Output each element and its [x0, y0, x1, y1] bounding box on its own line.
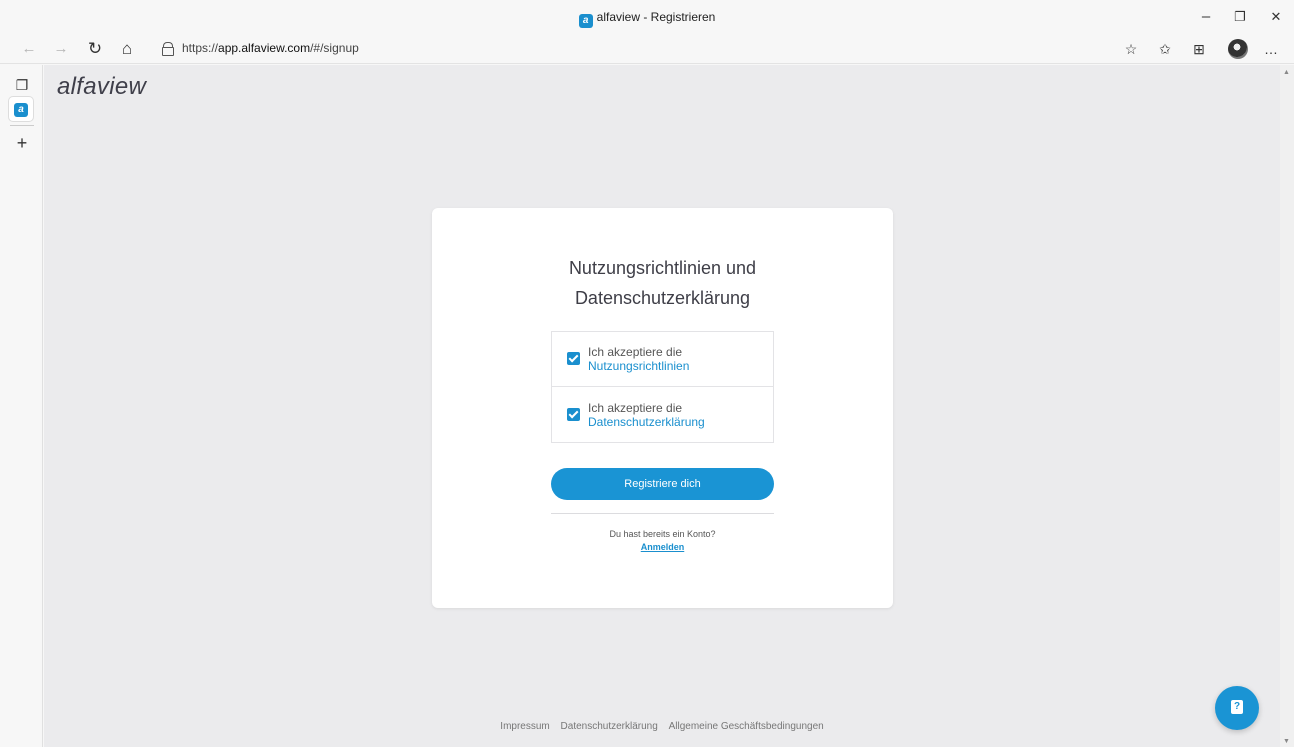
terms-consent-row: Ich akzeptiere die Nutzungsrichtlinien — [552, 332, 773, 387]
terms-link[interactable]: Nutzungsrichtlinien — [588, 359, 689, 373]
page-scrollbar[interactable]: ▲ ▼ — [1280, 65, 1294, 747]
register-button[interactable]: Registriere dich — [551, 468, 774, 500]
card-divider — [551, 513, 774, 514]
consent-box: Ich akzeptiere die Nutzungsrichtlinien I… — [551, 331, 774, 443]
page-title-line2: Datenschutzerklärung — [574, 288, 751, 308]
footer-terms-link[interactable]: Allgemeine Geschäftsbedingungen — [669, 721, 824, 732]
page-title: Nutzungsrichtlinien und Datenschutzerklär… — [432, 253, 893, 313]
more-menu-icon[interactable]: … — [1258, 37, 1284, 61]
footer-privacy-link[interactable]: Datenschutzerklärung — [561, 721, 658, 732]
minimize-button[interactable]: – — [1188, 4, 1224, 30]
help-icon: ? — [1231, 700, 1243, 714]
profile-avatar[interactable] — [1228, 39, 1248, 59]
terms-consent-text: Ich akzeptiere die — [588, 345, 683, 359]
vertical-tabs-strip: ❐ a + — [0, 65, 43, 747]
forward-button[interactable]: → — [48, 37, 74, 61]
page-footer: Impressum Datenschutzerklärung Allgemein… — [44, 721, 1280, 732]
signup-card: Nutzungsrichtlinien und Datenschutzerklär… — [432, 208, 893, 608]
help-button[interactable]: ? — [1215, 686, 1259, 730]
refresh-button[interactable]: ↻ — [82, 37, 108, 61]
alfaview-logo[interactable]: alfaview — [57, 73, 146, 101]
add-favorite-icon[interactable]: ☆ — [1118, 37, 1144, 61]
back-button[interactable]: ← — [16, 37, 42, 61]
terms-checkbox[interactable] — [567, 352, 580, 365]
scroll-down-icon[interactable]: ▼ — [1283, 738, 1290, 745]
privacy-consent-label: Ich akzeptiere die Datenschutzerklärung — [588, 401, 705, 429]
lock-icon[interactable] — [162, 42, 174, 56]
alfaview-tab-icon: a — [14, 103, 28, 117]
have-account-text: Du hast bereits ein Konto? — [609, 529, 716, 539]
privacy-consent-text: Ich akzeptiere die — [588, 401, 683, 415]
collections-icon[interactable]: ⊞ — [1186, 37, 1212, 61]
terms-consent-label: Ich akzeptiere die Nutzungsrichtlinien — [588, 345, 689, 373]
favorites-icon[interactable]: ✩ — [1152, 37, 1178, 61]
url-path: /#/signup — [310, 41, 359, 55]
scroll-up-icon[interactable]: ▲ — [1283, 69, 1290, 76]
tab-divider — [10, 125, 34, 126]
new-tab-button[interactable]: + — [12, 133, 32, 153]
window-title: a alfaview - Registrieren — [0, 10, 1294, 28]
restore-button[interactable]: ❐ — [1222, 4, 1258, 30]
privacy-consent-row: Ich akzeptiere die Datenschutzerklärung — [552, 388, 773, 443]
footer-impressum-link[interactable]: Impressum — [500, 721, 549, 732]
browser-toolbar: ← → ↻ ⌂ https://app.alfaview.com/#/signu… — [0, 34, 1294, 64]
url-host: app.alfaview.com — [218, 41, 311, 55]
window-title-text: alfaview - Registrieren — [596, 10, 716, 24]
tab-alfaview[interactable]: a — [9, 97, 33, 121]
page-content: alfaview Nutzungsrichtlinien und Datensch… — [44, 65, 1280, 747]
home-button[interactable]: ⌂ — [114, 37, 140, 61]
url-text[interactable]: https://app.alfaview.com/#/signup — [182, 41, 359, 55]
alfaview-favicon-icon: a — [578, 14, 593, 28]
title-bar: a alfaview - Registrieren – ❐ ✕ — [0, 0, 1294, 34]
tab-actions-icon[interactable]: ❐ — [12, 75, 32, 95]
login-link[interactable]: Anmelden — [432, 542, 893, 552]
address-bar[interactable]: https://app.alfaview.com/#/signup — [150, 37, 1280, 61]
page-title-line1: Nutzungsrichtlinien und — [568, 258, 757, 278]
url-prefix: https:// — [182, 41, 219, 55]
close-button[interactable]: ✕ — [1258, 4, 1294, 30]
privacy-checkbox[interactable] — [567, 408, 580, 421]
privacy-link[interactable]: Datenschutzerklärung — [588, 415, 705, 429]
